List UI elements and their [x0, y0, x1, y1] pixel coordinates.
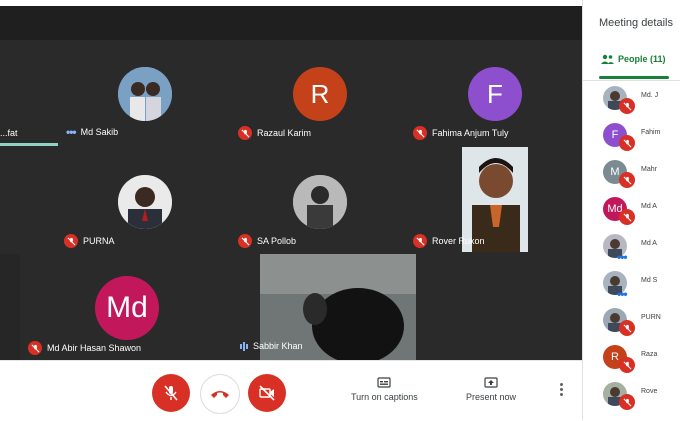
mic-off-icon: [619, 209, 635, 225]
participant-name: PURN: [641, 314, 661, 321]
people-list-item[interactable]: M Mahr: [603, 160, 680, 190]
hang-up-icon: [211, 391, 229, 398]
participant-name: Fahim: [641, 129, 661, 136]
participant-label-0: ...fat: [0, 128, 18, 138]
left-edge-tile: [0, 254, 20, 360]
bottom-control-bar: Turn on captions Present now: [0, 360, 582, 421]
participant-name: Raza: [641, 351, 658, 358]
mic-off-icon: [413, 234, 427, 248]
mic-off-icon: [238, 234, 252, 248]
mic-off-icon: [619, 394, 635, 410]
more-options-button[interactable]: [556, 383, 566, 403]
participant-name: Md S: [641, 277, 658, 284]
participant-label-fahima: Fahima Anjum Tuly: [413, 126, 509, 140]
microphone-toggle-button[interactable]: [152, 374, 190, 412]
people-list-item[interactable]: ••• Md S: [603, 271, 680, 301]
mic-off-icon: [619, 320, 635, 336]
people-list-item[interactable]: Md. J: [603, 86, 680, 116]
top-band: [0, 6, 582, 40]
panel-divider: [583, 80, 680, 81]
participant-label-md-abir: Md Abir Hasan Shawon: [28, 341, 141, 355]
avatar-md-abir: Md: [95, 276, 159, 340]
participant-label-md-sakib: ••• Md Sakib: [66, 125, 119, 139]
mic-off-icon: [619, 357, 635, 373]
present-screen-icon: [484, 377, 498, 388]
audio-wave-icon: [240, 341, 248, 351]
present-now-button[interactable]: Present now: [466, 377, 516, 402]
mic-off-icon: [28, 341, 42, 355]
people-list-item[interactable]: PURN: [603, 308, 680, 338]
avatar-md-sakib: [118, 67, 172, 121]
speaking-dots-icon: •••: [617, 250, 628, 264]
avatar-purna: [118, 175, 172, 229]
mic-off-icon: [619, 98, 635, 114]
participant-label-rover-rukon: Rover Rukon: [413, 234, 485, 248]
mic-off-icon: [164, 385, 178, 401]
people-list-item[interactable]: F Fahim: [603, 123, 680, 153]
participant-label-razaul-karim: Razaul Karim: [238, 126, 311, 140]
people-list-item[interactable]: Md Md A: [603, 197, 680, 227]
participant-label-sa-pollob: SA Pollob: [238, 234, 296, 248]
captions-button[interactable]: Turn on captions: [351, 377, 418, 402]
speaking-dots-icon: •••: [66, 125, 77, 139]
camera-off-icon: [259, 385, 275, 401]
participant-label-sabbir-khan: Sabbir Khan: [240, 341, 303, 351]
mic-off-icon: [413, 126, 427, 140]
camera-toggle-button[interactable]: [248, 374, 286, 412]
meeting-details-panel: Meeting details People (11) Md. J F Fahim M…: [582, 0, 680, 420]
participant-name: Md. J: [641, 92, 659, 99]
mic-off-icon: [619, 172, 635, 188]
mic-off-icon: [238, 126, 252, 140]
speaking-dots-icon: •••: [617, 287, 628, 301]
participant-name: Md A: [641, 240, 657, 247]
participant-label-purna: PURNA: [64, 234, 115, 248]
mic-off-icon: [64, 234, 78, 248]
people-icon: [601, 54, 614, 64]
active-speaker-underline: [0, 143, 58, 146]
mic-off-icon: [619, 135, 635, 151]
people-list-item[interactable]: ••• Md A: [603, 234, 680, 264]
panel-title: Meeting details: [599, 17, 673, 29]
tab-people-underline: [599, 76, 669, 79]
participant-name: Md A: [641, 203, 657, 210]
participant-name: Rove: [641, 388, 658, 395]
people-list-item[interactable]: Rove: [603, 382, 680, 412]
captions-icon: [377, 377, 391, 388]
participant-name: Mahr: [641, 166, 657, 173]
avatar-fahima: F: [468, 67, 522, 121]
people-list-item[interactable]: R Raza: [603, 345, 680, 375]
avatar-razaul-karim: R: [293, 67, 347, 121]
leave-call-button[interactable]: [200, 374, 240, 414]
tab-people[interactable]: People (11): [601, 54, 666, 64]
avatar-sa-pollob: [293, 175, 347, 229]
